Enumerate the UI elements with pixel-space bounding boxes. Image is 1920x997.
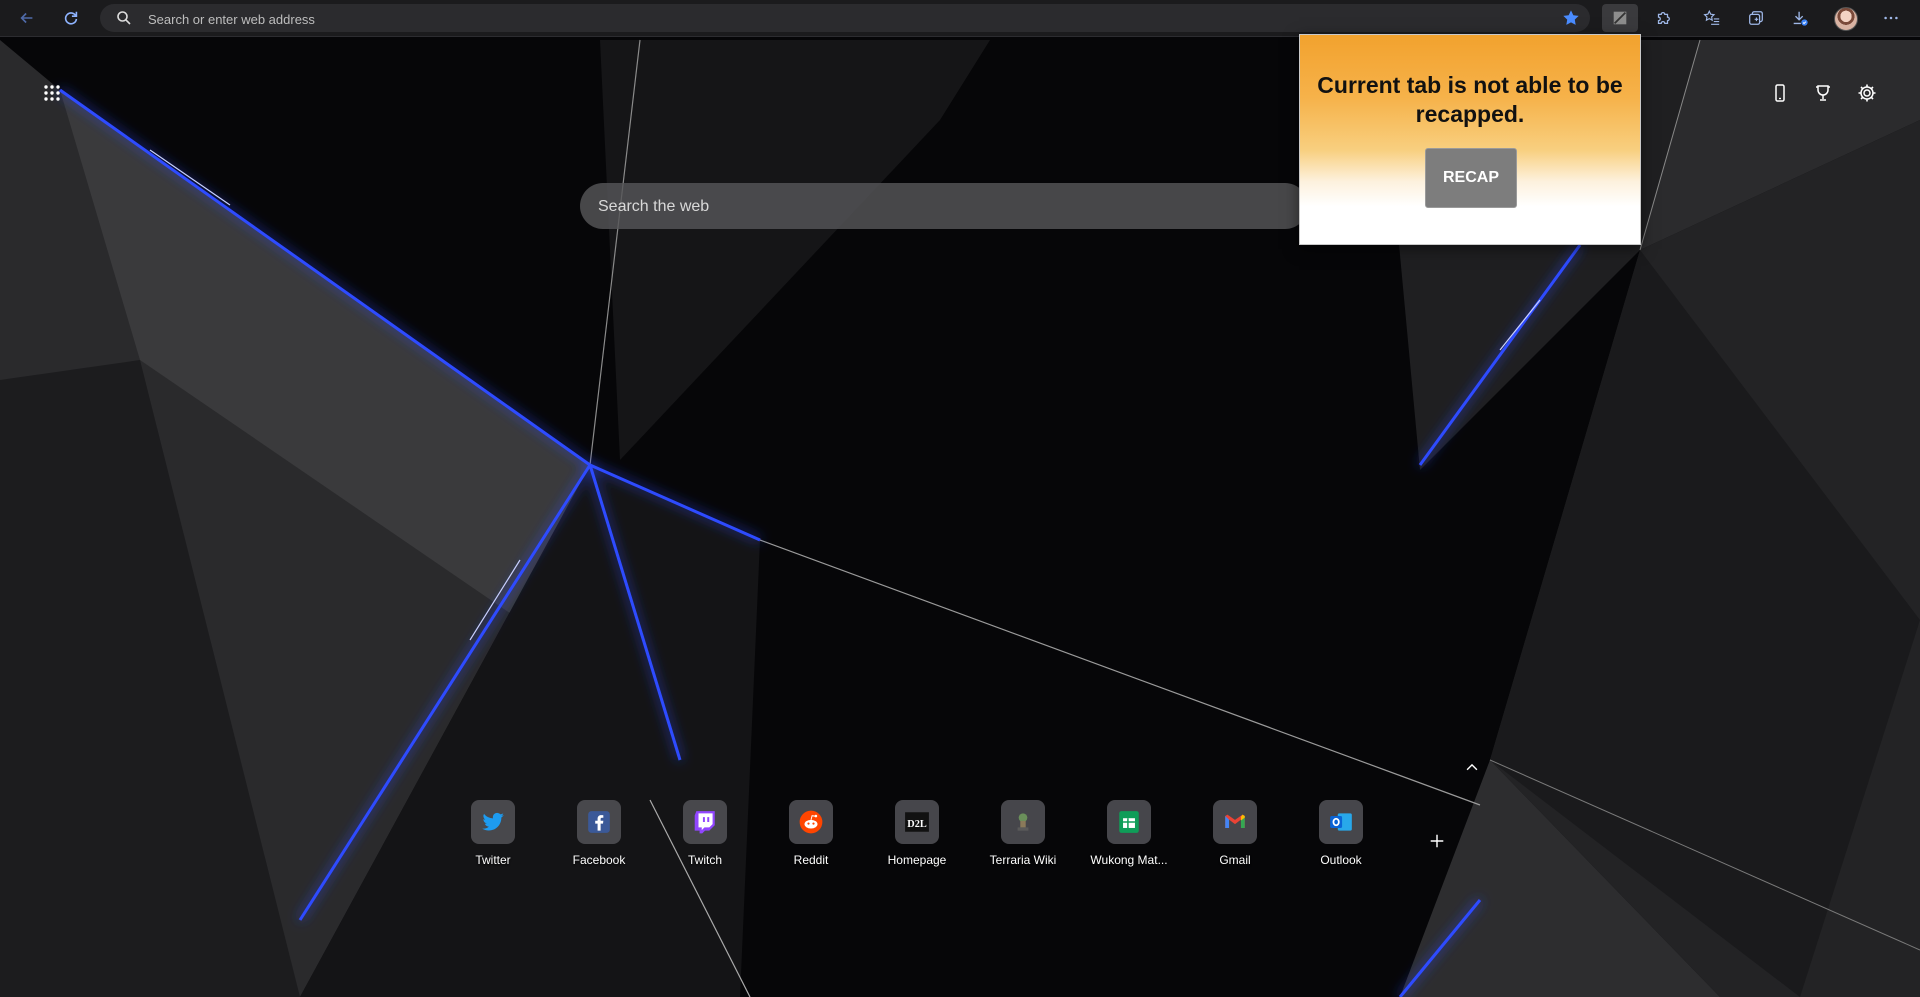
browser-toolbar (0, 0, 1920, 37)
refresh-button[interactable] (57, 4, 85, 32)
mobile-button[interactable] (1765, 78, 1795, 108)
web-search-box[interactable] (580, 183, 1308, 231)
reddit-icon (799, 810, 823, 834)
download-icon (1793, 11, 1808, 26)
collections-icon (1749, 11, 1763, 25)
downloads-button[interactable] (1786, 4, 1814, 32)
favorite-star-icon[interactable] (1562, 9, 1580, 27)
outlook-icon (1330, 813, 1352, 831)
plus-icon (1430, 834, 1444, 848)
collections-button[interactable] (1742, 4, 1770, 32)
terraria-icon (1017, 813, 1029, 831)
quick-link-gmail[interactable]: Gmail (1182, 800, 1288, 870)
more-menu-button[interactable] (1877, 4, 1905, 32)
page-settings-button[interactable] (1852, 78, 1882, 108)
twitch-icon (694, 811, 715, 834)
collapse-quick-links-button[interactable] (1460, 757, 1484, 777)
apps-launcher-button[interactable] (37, 78, 67, 108)
gear-icon (1858, 84, 1876, 102)
d2l-icon: D2L (905, 812, 929, 832)
favorites-list-icon (1703, 9, 1720, 25)
refresh-icon (64, 11, 78, 25)
quick-link-outlook[interactable]: Outlook (1288, 800, 1394, 870)
sheets-icon (1119, 811, 1139, 833)
popup-message: Current tab is not able to be recapped. (1317, 72, 1623, 127)
chevron-up-icon (1466, 763, 1478, 771)
more-dots-icon (1884, 16, 1898, 20)
quick-links: Twitter Facebook Twitch Reddit D2L Homep… (440, 800, 1460, 870)
recap-extension-icon (1613, 11, 1627, 25)
quick-link-terraria-wiki[interactable]: Terraria Wiki (970, 800, 1076, 870)
recap-extension-button[interactable] (1602, 4, 1638, 32)
gmail-icon (1225, 814, 1245, 828)
quick-link-twitch[interactable]: Twitch (652, 800, 758, 870)
web-search-input[interactable] (596, 183, 1290, 231)
address-input[interactable] (146, 4, 1530, 34)
extensions-button[interactable] (1649, 4, 1677, 32)
recap-extension-popup: Current tab is not able to be recapped. … (1299, 34, 1641, 245)
puzzle-icon (1657, 11, 1670, 25)
back-arrow-icon (20, 12, 33, 24)
add-quick-link-button[interactable] (1422, 826, 1452, 856)
trophy-icon (1816, 85, 1830, 101)
quick-link-facebook[interactable]: Facebook (546, 800, 652, 870)
twitter-icon (482, 812, 504, 831)
svg-text:D2L: D2L (907, 819, 927, 830)
search-icon (117, 11, 131, 25)
facebook-icon (588, 811, 610, 833)
quick-link-twitter[interactable]: Twitter (440, 800, 546, 870)
recap-button[interactable]: RECAP (1425, 148, 1517, 208)
back-button[interactable] (13, 4, 41, 32)
quick-link-wukong-mat[interactable]: Wukong Mat... (1076, 800, 1182, 870)
profile-avatar[interactable] (1834, 7, 1858, 31)
address-bar[interactable] (100, 4, 1590, 34)
quick-link-homepage[interactable]: D2L Homepage (864, 800, 970, 870)
app-grid-icon (44, 85, 60, 101)
rewards-button[interactable] (1808, 78, 1838, 108)
favorites-button[interactable] (1698, 4, 1726, 32)
quick-link-reddit[interactable]: Reddit (758, 800, 864, 870)
phone-icon (1775, 84, 1785, 102)
